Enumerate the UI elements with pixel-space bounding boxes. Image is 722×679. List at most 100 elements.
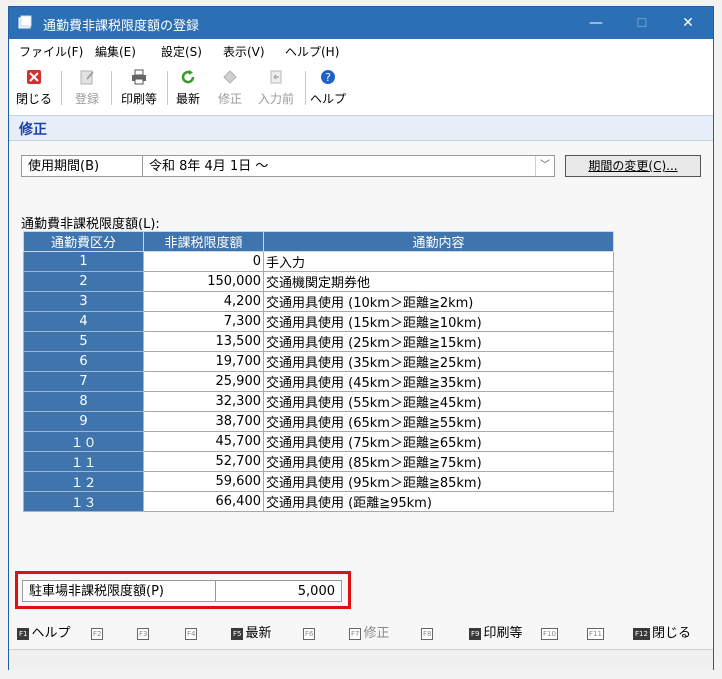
table-row[interactable]: 6 19,700 交通用具使用 (35km＞距離≧25km) — [23, 351, 614, 372]
fkey-label: 閉じる — [651, 626, 691, 641]
category-cell[interactable]: 1 — [23, 251, 144, 272]
minimize-button[interactable]: — — [573, 7, 619, 39]
close-button[interactable]: 閉じる — [13, 67, 55, 111]
fkey-f7[interactable]: F7 修正 — [349, 625, 390, 643]
toolbar: 閉じる 登録 印刷等 最新 修正 入力前 ? ヘルプ — [9, 61, 713, 115]
description-cell[interactable]: 交通用具使用 (15km＞距離≧10km) — [263, 311, 614, 332]
table-row[interactable]: 1 0 手入力 — [23, 251, 614, 272]
table-row[interactable]: １３ 66,400 交通用具使用 (距離≧95km) — [23, 491, 614, 512]
limit-amount-cell[interactable]: 45,700 — [143, 431, 264, 452]
limit-amount-cell[interactable]: 38,700 — [143, 411, 264, 432]
description-cell[interactable]: 交通機関定期券他 — [263, 271, 614, 292]
description-cell[interactable]: 交通用具使用 (55km＞距離≧45km) — [263, 391, 614, 412]
edit-button[interactable]: 修正 — [213, 67, 247, 111]
fkey-f12[interactable]: F12 閉じる — [633, 625, 691, 643]
limit-amount-cell[interactable]: 52,700 — [143, 451, 264, 472]
table-row[interactable]: １１ 52,700 交通用具使用 (85km＞距離≧75km) — [23, 451, 614, 472]
description-cell[interactable]: 交通用具使用 (距離≧95km) — [263, 491, 614, 512]
fkey-f1[interactable]: F1 ヘルプ — [17, 625, 71, 643]
table-row[interactable]: １０ 45,700 交通用具使用 (75km＞距離≧65km) — [23, 431, 614, 452]
table-row[interactable]: 5 13,500 交通用具使用 (25km＞距離≧15km) — [23, 331, 614, 352]
fkey-f11[interactable]: F11 — [587, 625, 606, 643]
category-cell[interactable]: 2 — [23, 271, 144, 292]
fkey-f6[interactable]: F6 — [303, 625, 317, 643]
limit-amount-cell[interactable]: 32,300 — [143, 391, 264, 412]
main-content: 使用期間(B) 令和 8年 4月 1日 ～ ﹀ 期間の変更(C)... 通勤費非… — [9, 141, 713, 619]
table-row[interactable]: １２ 59,600 交通用具使用 (95km＞距離≧85km) — [23, 471, 614, 492]
menu-help[interactable]: ヘルプ(H) — [285, 43, 339, 60]
limit-amount-cell[interactable]: 25,900 — [143, 371, 264, 392]
category-cell[interactable]: １０ — [23, 431, 144, 452]
close-icon — [27, 70, 41, 84]
description-cell[interactable]: 交通用具使用 (35km＞距離≧25km) — [263, 351, 614, 372]
category-cell[interactable]: 4 — [23, 311, 144, 332]
fkey-f10[interactable]: F10 — [541, 625, 560, 643]
fkey-f9[interactable]: F9 印刷等 — [469, 625, 523, 643]
description-cell[interactable]: 交通用具使用 (45km＞距離≧35km) — [263, 371, 614, 392]
table-row[interactable]: 4 7,300 交通用具使用 (15km＞距離≧10km) — [23, 311, 614, 332]
fkey-label: 修正 — [363, 626, 390, 641]
menu-edit[interactable]: 編集(E) — [95, 43, 136, 60]
table-label: 通勤費非課税限度額(L): — [21, 217, 160, 232]
status-bar — [9, 649, 713, 670]
table-row[interactable]: 7 25,900 交通用具使用 (45km＞距離≧35km) — [23, 371, 614, 392]
chevron-down-icon[interactable]: ﹀ — [535, 156, 554, 176]
maximize-button[interactable]: ☐ — [619, 7, 665, 39]
fkey-badge: F6 — [303, 627, 316, 640]
menu-settings[interactable]: 設定(S) — [161, 43, 202, 60]
parking-highlight: 駐車場非課税限度額(P) 5,000 — [15, 571, 351, 609]
help-button[interactable]: ? ヘルプ — [309, 67, 347, 111]
limit-amount-cell[interactable]: 7,300 — [143, 311, 264, 332]
category-cell[interactable]: 9 — [23, 411, 144, 432]
category-cell[interactable]: １２ — [23, 471, 144, 492]
description-cell[interactable]: 手入力 — [263, 251, 614, 272]
svg-text:?: ? — [325, 71, 331, 84]
fkey-badge: F1 — [17, 627, 30, 640]
description-cell[interactable]: 交通用具使用 (25km＞距離≧15km) — [263, 331, 614, 352]
limit-amount-cell[interactable]: 66,400 — [143, 491, 264, 512]
period-select[interactable]: 令和 8年 4月 1日 ～ ﹀ — [143, 155, 555, 177]
menu-bar: ファイル(F) 編集(E) 設定(S) 表示(V) ヘルプ(H) — [9, 39, 713, 61]
menu-file[interactable]: ファイル(F) — [19, 43, 83, 60]
previous-input-button[interactable]: 入力前 — [253, 67, 299, 111]
description-cell[interactable]: 交通用具使用 (95km＞距離≧85km) — [263, 471, 614, 492]
description-cell[interactable]: 交通用具使用 (10km＞距離≧2km) — [263, 291, 614, 312]
fkey-f4[interactable]: F4 — [185, 625, 199, 643]
print-button[interactable]: 印刷等 — [115, 67, 163, 111]
category-cell[interactable]: 8 — [23, 391, 144, 412]
menu-view[interactable]: 表示(V) — [223, 43, 265, 60]
fkey-f5[interactable]: F5 最新 — [231, 625, 272, 643]
limit-amount-cell[interactable]: 19,700 — [143, 351, 264, 372]
limit-amount-cell[interactable]: 150,000 — [143, 271, 264, 292]
limit-amount-cell[interactable]: 59,600 — [143, 471, 264, 492]
limit-table: 通勤費区分 非課税限度額 通勤内容 1 0 手入力 2 150,000 交通機関定期券他 3… — [23, 231, 614, 512]
category-cell[interactable]: 5 — [23, 331, 144, 352]
fkey-badge: F8 — [421, 627, 434, 640]
table-row[interactable]: 9 38,700 交通用具使用 (65km＞距離≧55km) — [23, 411, 614, 432]
parking-input[interactable]: 5,000 — [216, 580, 342, 602]
fkey-f8[interactable]: F8 — [421, 625, 435, 643]
table-row[interactable]: 2 150,000 交通機関定期券他 — [23, 271, 614, 292]
register-icon — [80, 70, 94, 85]
fkey-f2[interactable]: F2 — [91, 625, 105, 643]
category-cell[interactable]: 3 — [23, 291, 144, 312]
fkey-f3[interactable]: F3 — [137, 625, 151, 643]
limit-amount-cell[interactable]: 13,500 — [143, 331, 264, 352]
change-period-button[interactable]: 期間の変更(C)... — [565, 155, 701, 177]
parking-label: 駐車場非課税限度額(P) — [22, 580, 216, 602]
category-cell[interactable]: １３ — [23, 491, 144, 512]
category-cell[interactable]: 7 — [23, 371, 144, 392]
close-window-button[interactable]: ✕ — [665, 7, 711, 39]
table-row[interactable]: 3 4,200 交通用具使用 (10km＞距離≧2km) — [23, 291, 614, 312]
category-cell[interactable]: １１ — [23, 451, 144, 472]
refresh-button[interactable]: 最新 — [171, 67, 205, 111]
register-button[interactable]: 登録 — [67, 67, 107, 111]
help-button-label: ヘルプ — [309, 92, 346, 106]
table-row[interactable]: 8 32,300 交通用具使用 (55km＞距離≧45km) — [23, 391, 614, 412]
category-cell[interactable]: 6 — [23, 351, 144, 372]
limit-amount-cell[interactable]: 0 — [143, 251, 264, 272]
description-cell[interactable]: 交通用具使用 (65km＞距離≧55km) — [263, 411, 614, 432]
description-cell[interactable]: 交通用具使用 (85km＞距離≧75km) — [263, 451, 614, 472]
description-cell[interactable]: 交通用具使用 (75km＞距離≧65km) — [263, 431, 614, 452]
limit-amount-cell[interactable]: 4,200 — [143, 291, 264, 312]
